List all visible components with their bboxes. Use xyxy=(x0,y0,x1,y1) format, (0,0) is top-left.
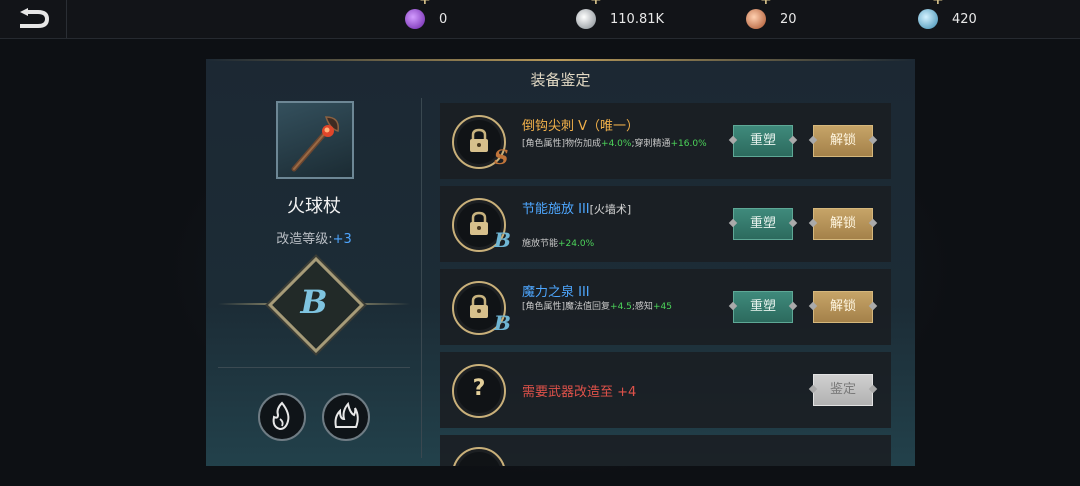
affix-description: 施放节能+24.0% xyxy=(522,236,594,249)
silver-coin-icon xyxy=(576,9,596,29)
skill-button-flame-wall[interactable] xyxy=(322,393,370,441)
affix-bonus-b: +16.0% xyxy=(670,139,707,149)
unlock-button[interactable]: 解锁 xyxy=(813,291,873,323)
currency-value: 420 xyxy=(952,11,977,27)
skill-button-fire[interactable] xyxy=(258,393,306,441)
locked-affix-row: ? 需要武器改造至 +4 鉴定 xyxy=(440,352,891,428)
affix-badge xyxy=(452,447,506,466)
blue-crystal-icon xyxy=(918,9,938,29)
unlock-button[interactable]: 解锁 xyxy=(813,125,873,157)
affix-subtitle: [火墙术] xyxy=(589,203,632,216)
affix-stat-a: [角色属性]魔法值回复 xyxy=(522,302,611,312)
currency-value: 110.81K xyxy=(610,11,665,27)
weapon-grade-badge: B xyxy=(218,256,410,354)
affix-title-text: 节能施放 III xyxy=(522,202,590,217)
affix-title: 节能施放 III[火墙术] xyxy=(522,198,631,217)
affix-bonus-b: +45 xyxy=(652,302,672,312)
reforge-button[interactable]: 重塑 xyxy=(733,291,793,323)
affix-row: B 魔力之泉 III [角色属性]魔法值回复+4.5;感知+45 重塑 解锁 xyxy=(440,269,891,345)
plus-icon[interactable]: + xyxy=(590,0,602,8)
affix-stat-a: 施放节能 xyxy=(522,239,559,249)
affix-title-text: 倒钩尖刺 V（唯一） xyxy=(522,119,640,134)
panel-top-border xyxy=(206,59,915,61)
lock-icon xyxy=(470,211,488,235)
affix-grade: B xyxy=(494,228,511,252)
affix-title-text: 魔力之泉 III xyxy=(522,285,590,300)
affix-row-partial xyxy=(440,435,891,466)
fire-skill-icon xyxy=(272,401,290,431)
unlock-button[interactable]: 解锁 xyxy=(813,208,873,240)
currency-blue-crystal[interactable]: + 420 xyxy=(918,0,977,38)
affix-stat-b: ;穿刺精通 xyxy=(631,139,671,149)
plus-icon[interactable]: + xyxy=(419,0,431,8)
unknown-affix-badge: ? xyxy=(452,364,506,418)
currency-silver-coin[interactable]: + 110.81K xyxy=(576,0,664,38)
affix-stat-a: [角色属性]物伤加成 xyxy=(522,139,602,149)
purple-gem-icon xyxy=(405,9,425,29)
affix-grade: B xyxy=(494,311,511,335)
reforge-button[interactable]: 重塑 xyxy=(733,125,793,157)
weapon-info: 火球杖 改造等级:+3 B xyxy=(218,95,410,465)
affix-bonus-a: +24.0% xyxy=(558,239,595,249)
lock-icon xyxy=(470,128,488,152)
reforge-button[interactable]: 重塑 xyxy=(733,208,793,240)
affix-description: [角色属性]魔法值回复+4.5;感知+45 xyxy=(522,299,672,312)
affix-title: 魔力之泉 III xyxy=(522,281,590,300)
weapon-name: 火球杖 xyxy=(287,196,341,217)
weapon-level: 改造等级:+3 xyxy=(218,228,410,247)
upgrade-requirement-text: 需要武器改造至 +4 xyxy=(522,385,637,400)
affix-bonus-a: +4.5 xyxy=(610,302,632,312)
appraise-button[interactable]: 鉴定 xyxy=(813,374,873,406)
lock-icon xyxy=(470,294,488,318)
weapon-level-label: 改造等级: xyxy=(276,232,333,247)
affix-description: [角色属性]物伤加成+4.0%;穿刺精通+16.0% xyxy=(522,136,707,149)
currency-value: 0 xyxy=(439,11,448,27)
back-arrow-icon xyxy=(20,8,50,28)
affix-stat-b: ;感知 xyxy=(631,302,653,312)
panel-title: 装备鉴定 xyxy=(530,71,591,89)
divider xyxy=(218,367,410,368)
affix-row: S 倒钩尖刺 V（唯一） [角色属性]物伤加成+4.0%;穿刺精通+16.0% … xyxy=(440,103,891,179)
back-button[interactable] xyxy=(0,0,67,38)
weapon-slot[interactable] xyxy=(276,101,354,179)
weapon-level-value: +3 xyxy=(332,232,352,247)
affix-grade: S xyxy=(494,145,509,169)
affix-bonus-a: +4.0% xyxy=(601,139,632,149)
currency-purple-gem[interactable]: + 0 xyxy=(405,0,447,38)
plus-icon[interactable]: + xyxy=(760,0,772,8)
affix-row: B 节能施放 III[火墙术] 施放节能+24.0% 重塑 解锁 xyxy=(440,186,891,262)
question-mark-icon: ? xyxy=(472,376,486,401)
weapon-grade: B xyxy=(300,283,328,321)
flame-wall-icon xyxy=(334,401,359,428)
column-divider xyxy=(421,98,422,458)
top-bar: + 0 + 110.81K + 20 + 420 xyxy=(0,0,1080,39)
affix-title: 倒钩尖刺 V（唯一） xyxy=(522,115,639,134)
currency-value: 20 xyxy=(780,11,797,27)
copper-coin-icon xyxy=(746,9,766,29)
plus-icon[interactable]: + xyxy=(932,0,944,8)
currency-copper-coin[interactable]: + 20 xyxy=(746,0,797,38)
fire-staff-icon xyxy=(291,116,339,172)
